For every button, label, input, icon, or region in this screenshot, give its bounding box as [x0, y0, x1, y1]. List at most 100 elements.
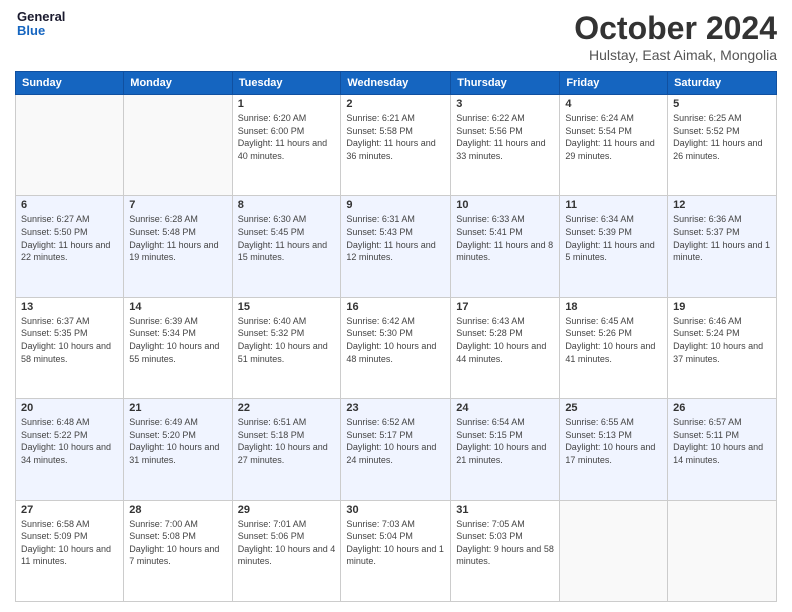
day-number: 17: [456, 301, 554, 313]
day-info: Sunrise: 6:30 AM Sunset: 5:45 PM Dayligh…: [238, 213, 336, 263]
day-info: Sunrise: 6:46 AM Sunset: 5:24 PM Dayligh…: [673, 315, 771, 365]
day-info: Sunrise: 7:00 AM Sunset: 5:08 PM Dayligh…: [129, 518, 226, 568]
day-info: Sunrise: 6:40 AM Sunset: 5:32 PM Dayligh…: [238, 315, 336, 365]
day-info: Sunrise: 6:22 AM Sunset: 5:56 PM Dayligh…: [456, 112, 554, 162]
calendar-day-cell: 10Sunrise: 6:33 AM Sunset: 5:41 PM Dayli…: [451, 196, 560, 297]
calendar-day-cell: 31 Sunrise: 7:05 AM Sunset: 5:03 PM Dayli…: [451, 500, 560, 601]
calendar-day-cell: 29 Sunrise: 7:01 AM Sunset: 5:06 PM Dayli…: [232, 500, 341, 601]
calendar-day-cell: 4Sunrise: 6:24 AM Sunset: 5:54 PM Daylig…: [560, 95, 668, 196]
calendar-day-cell: 2 Sunrise: 6:21 AM Sunset: 5:58 PM Daylig…: [341, 95, 451, 196]
day-number: 1: [238, 98, 336, 110]
day-number: 20: [21, 402, 118, 414]
calendar-day-cell: 5 Sunrise: 6:25 AM Sunset: 5:52 PM Daylig…: [668, 95, 777, 196]
logo-general: General: [17, 10, 65, 24]
day-number: 18: [565, 301, 662, 313]
calendar-week-row: 6 Sunrise: 6:27 AM Sunset: 5:50 PM Daylig…: [16, 196, 777, 297]
calendar-day-cell: 8Sunrise: 6:30 AM Sunset: 5:45 PM Daylig…: [232, 196, 341, 297]
calendar-page: General Blue October 2024 Hulstay, East …: [0, 0, 792, 612]
calendar-day-cell: 12Sunrise: 6:36 AM Sunset: 5:37 PM Dayli…: [668, 196, 777, 297]
calendar-day-cell: [668, 500, 777, 601]
calendar-day-cell: 3 Sunrise: 6:22 AM Sunset: 5:56 PM Daylig…: [451, 95, 560, 196]
calendar-day-cell: 26 Sunrise: 6:57 AM Sunset: 5:11 PM Dayli…: [668, 399, 777, 500]
calendar-day-cell: 21 Sunrise: 6:49 AM Sunset: 5:20 PM Dayli…: [124, 399, 232, 500]
day-number: 15: [238, 301, 336, 313]
calendar-day-cell: 9Sunrise: 6:31 AM Sunset: 5:43 PM Daylig…: [341, 196, 451, 297]
calendar-day-cell: 6 Sunrise: 6:27 AM Sunset: 5:50 PM Daylig…: [16, 196, 124, 297]
day-info: Sunrise: 6:25 AM Sunset: 5:52 PM Dayligh…: [673, 112, 771, 162]
day-info: Sunrise: 6:36 AM Sunset: 5:37 PM Dayligh…: [673, 213, 771, 263]
day-info: Sunrise: 6:20 AM Sunset: 6:00 PM Dayligh…: [238, 112, 336, 162]
day-info: Sunrise: 6:45 AM Sunset: 5:26 PM Dayligh…: [565, 315, 662, 365]
day-number: 14: [129, 301, 226, 313]
logo: General Blue: [15, 10, 65, 39]
day-info: Sunrise: 6:48 AM Sunset: 5:22 PM Dayligh…: [21, 416, 118, 466]
day-info: Sunrise: 6:49 AM Sunset: 5:20 PM Dayligh…: [129, 416, 226, 466]
day-number: 27: [21, 504, 118, 516]
day-number: 22: [238, 402, 336, 414]
day-info: Sunrise: 6:31 AM Sunset: 5:43 PM Dayligh…: [346, 213, 445, 263]
day-info: Sunrise: 6:34 AM Sunset: 5:39 PM Dayligh…: [565, 213, 662, 263]
calendar-day-cell: 19 Sunrise: 6:46 AM Sunset: 5:24 PM Dayli…: [668, 297, 777, 398]
logo-blue: Blue: [17, 24, 65, 38]
calendar-day-cell: 22 Sunrise: 6:51 AM Sunset: 5:18 PM Dayli…: [232, 399, 341, 500]
logo-container: General Blue: [15, 10, 65, 39]
calendar-day-cell: [16, 95, 124, 196]
day-info: Sunrise: 6:21 AM Sunset: 5:58 PM Dayligh…: [346, 112, 445, 162]
day-number: 16: [346, 301, 445, 313]
day-header-monday: Monday: [124, 72, 232, 95]
day-info: Sunrise: 6:51 AM Sunset: 5:18 PM Dayligh…: [238, 416, 336, 466]
logo-text: General Blue: [17, 10, 65, 39]
day-number: 29: [238, 504, 336, 516]
day-number: 31: [456, 504, 554, 516]
day-info: Sunrise: 6:54 AM Sunset: 5:15 PM Dayligh…: [456, 416, 554, 466]
calendar-table: SundayMondayTuesdayWednesdayThursdayFrid…: [15, 71, 777, 602]
day-number: 3: [456, 98, 554, 110]
month-title: October 2024: [574, 10, 777, 47]
calendar-day-cell: 30Sunrise: 7:03 AM Sunset: 5:04 PM Dayli…: [341, 500, 451, 601]
day-info: Sunrise: 6:39 AM Sunset: 5:34 PM Dayligh…: [129, 315, 226, 365]
day-number: 2: [346, 98, 445, 110]
calendar-day-cell: 18 Sunrise: 6:45 AM Sunset: 5:26 PM Dayli…: [560, 297, 668, 398]
day-number: 11: [565, 199, 662, 211]
day-number: 24: [456, 402, 554, 414]
day-number: 13: [21, 301, 118, 313]
day-number: 5: [673, 98, 771, 110]
day-header-wednesday: Wednesday: [341, 72, 451, 95]
day-number: 21: [129, 402, 226, 414]
calendar-week-row: 27 Sunrise: 6:58 AM Sunset: 5:09 PM Dayli…: [16, 500, 777, 601]
day-info: Sunrise: 6:52 AM Sunset: 5:17 PM Dayligh…: [346, 416, 445, 466]
day-number: 6: [21, 199, 118, 211]
calendar-day-cell: 16Sunrise: 6:42 AM Sunset: 5:30 PM Dayli…: [341, 297, 451, 398]
day-info: Sunrise: 6:37 AM Sunset: 5:35 PM Dayligh…: [21, 315, 118, 365]
title-area: October 2024 Hulstay, East Aimak, Mongol…: [574, 10, 777, 63]
day-info: Sunrise: 6:27 AM Sunset: 5:50 PM Dayligh…: [21, 213, 118, 263]
day-info: Sunrise: 6:43 AM Sunset: 5:28 PM Dayligh…: [456, 315, 554, 365]
calendar-day-cell: 1 Sunrise: 6:20 AM Sunset: 6:00 PM Daylig…: [232, 95, 341, 196]
day-info: Sunrise: 6:57 AM Sunset: 5:11 PM Dayligh…: [673, 416, 771, 466]
calendar-day-cell: 24 Sunrise: 6:54 AM Sunset: 5:15 PM Dayli…: [451, 399, 560, 500]
day-number: 28: [129, 504, 226, 516]
calendar-day-cell: [124, 95, 232, 196]
location-subtitle: Hulstay, East Aimak, Mongolia: [574, 47, 777, 63]
day-header-friday: Friday: [560, 72, 668, 95]
day-number: 7: [129, 199, 226, 211]
day-header-saturday: Saturday: [668, 72, 777, 95]
day-info: Sunrise: 7:01 AM Sunset: 5:06 PM Dayligh…: [238, 518, 336, 568]
calendar-day-cell: 23Sunrise: 6:52 AM Sunset: 5:17 PM Dayli…: [341, 399, 451, 500]
calendar-day-cell: 27 Sunrise: 6:58 AM Sunset: 5:09 PM Dayli…: [16, 500, 124, 601]
day-info: Sunrise: 7:05 AM Sunset: 5:03 PM Dayligh…: [456, 518, 554, 568]
calendar-day-cell: 28 Sunrise: 7:00 AM Sunset: 5:08 PM Dayli…: [124, 500, 232, 601]
day-info: Sunrise: 6:58 AM Sunset: 5:09 PM Dayligh…: [21, 518, 118, 568]
day-number: 19: [673, 301, 771, 313]
day-number: 26: [673, 402, 771, 414]
calendar-day-cell: 20 Sunrise: 6:48 AM Sunset: 5:22 PM Dayli…: [16, 399, 124, 500]
calendar-day-cell: 15 Sunrise: 6:40 AM Sunset: 5:32 PM Dayli…: [232, 297, 341, 398]
day-header-sunday: Sunday: [16, 72, 124, 95]
calendar-week-row: 1 Sunrise: 6:20 AM Sunset: 6:00 PM Daylig…: [16, 95, 777, 196]
day-info: Sunrise: 6:33 AM Sunset: 5:41 PM Dayligh…: [456, 213, 554, 263]
calendar-day-cell: 25Sunrise: 6:55 AM Sunset: 5:13 PM Dayli…: [560, 399, 668, 500]
calendar-week-row: 13 Sunrise: 6:37 AM Sunset: 5:35 PM Dayli…: [16, 297, 777, 398]
day-number: 4: [565, 98, 662, 110]
calendar-day-cell: [560, 500, 668, 601]
calendar-day-cell: 11 Sunrise: 6:34 AM Sunset: 5:39 PM Dayli…: [560, 196, 668, 297]
